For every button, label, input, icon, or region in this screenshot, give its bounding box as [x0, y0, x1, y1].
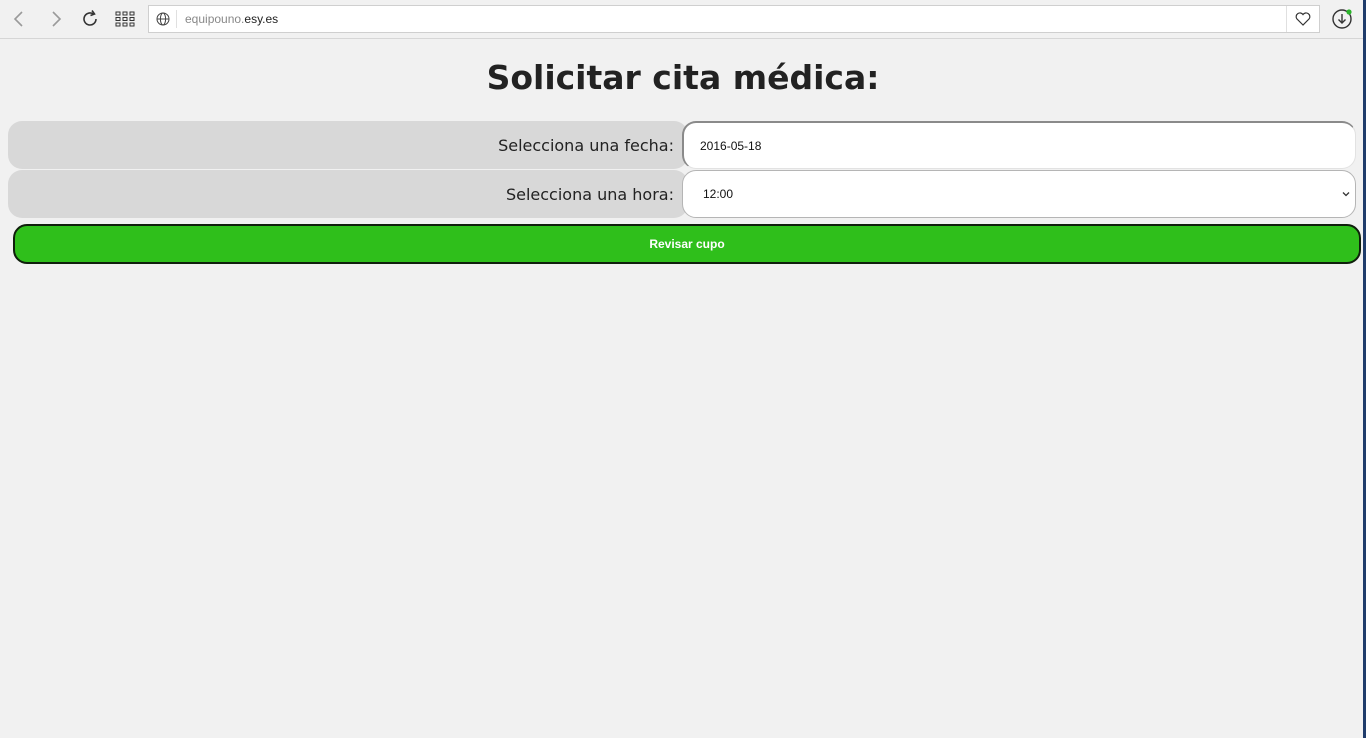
time-label: Selecciona una hora: — [8, 170, 688, 218]
forward-icon — [52, 11, 62, 27]
url-domain: esy.es — [244, 12, 279, 26]
reload-icon — [83, 10, 97, 26]
download-icon — [1332, 9, 1352, 29]
time-value: 12:00 — [703, 187, 734, 201]
date-value: 2016-05-18 — [700, 138, 762, 153]
time-select[interactable]: 12:00 — [682, 170, 1356, 218]
address-separator — [176, 10, 177, 28]
back-icon — [13, 11, 23, 27]
chevron-down-icon — [1342, 192, 1350, 197]
globe-icon — [156, 12, 170, 26]
download-button[interactable] — [1330, 7, 1354, 31]
time-row: Selecciona una hora: 12:00 — [8, 170, 1356, 218]
date-row: Selecciona una fecha: 2016-05-18 — [8, 121, 1356, 169]
bookmark-button[interactable] — [1286, 6, 1319, 32]
date-input[interactable]: 2016-05-18 — [682, 121, 1356, 169]
apps-grid-icon — [115, 11, 135, 27]
address-bar[interactable]: equipouno.esy.es — [148, 5, 1320, 33]
revisar-cupo-button[interactable]: Revisar cupo — [13, 224, 1361, 264]
reload-button[interactable] — [77, 6, 103, 32]
forward-button[interactable] — [43, 6, 69, 32]
browser-toolbar: equipouno.esy.es — [0, 0, 1366, 39]
heart-icon — [1295, 12, 1311, 26]
date-label: Selecciona una fecha: — [8, 121, 688, 169]
back-button[interactable] — [6, 6, 32, 32]
page-title: Solicitar cita médica: — [486, 58, 880, 97]
apps-button[interactable] — [112, 6, 138, 32]
url-prefix: equipouno. — [185, 12, 245, 26]
url-text: equipouno.esy.es — [185, 12, 278, 26]
